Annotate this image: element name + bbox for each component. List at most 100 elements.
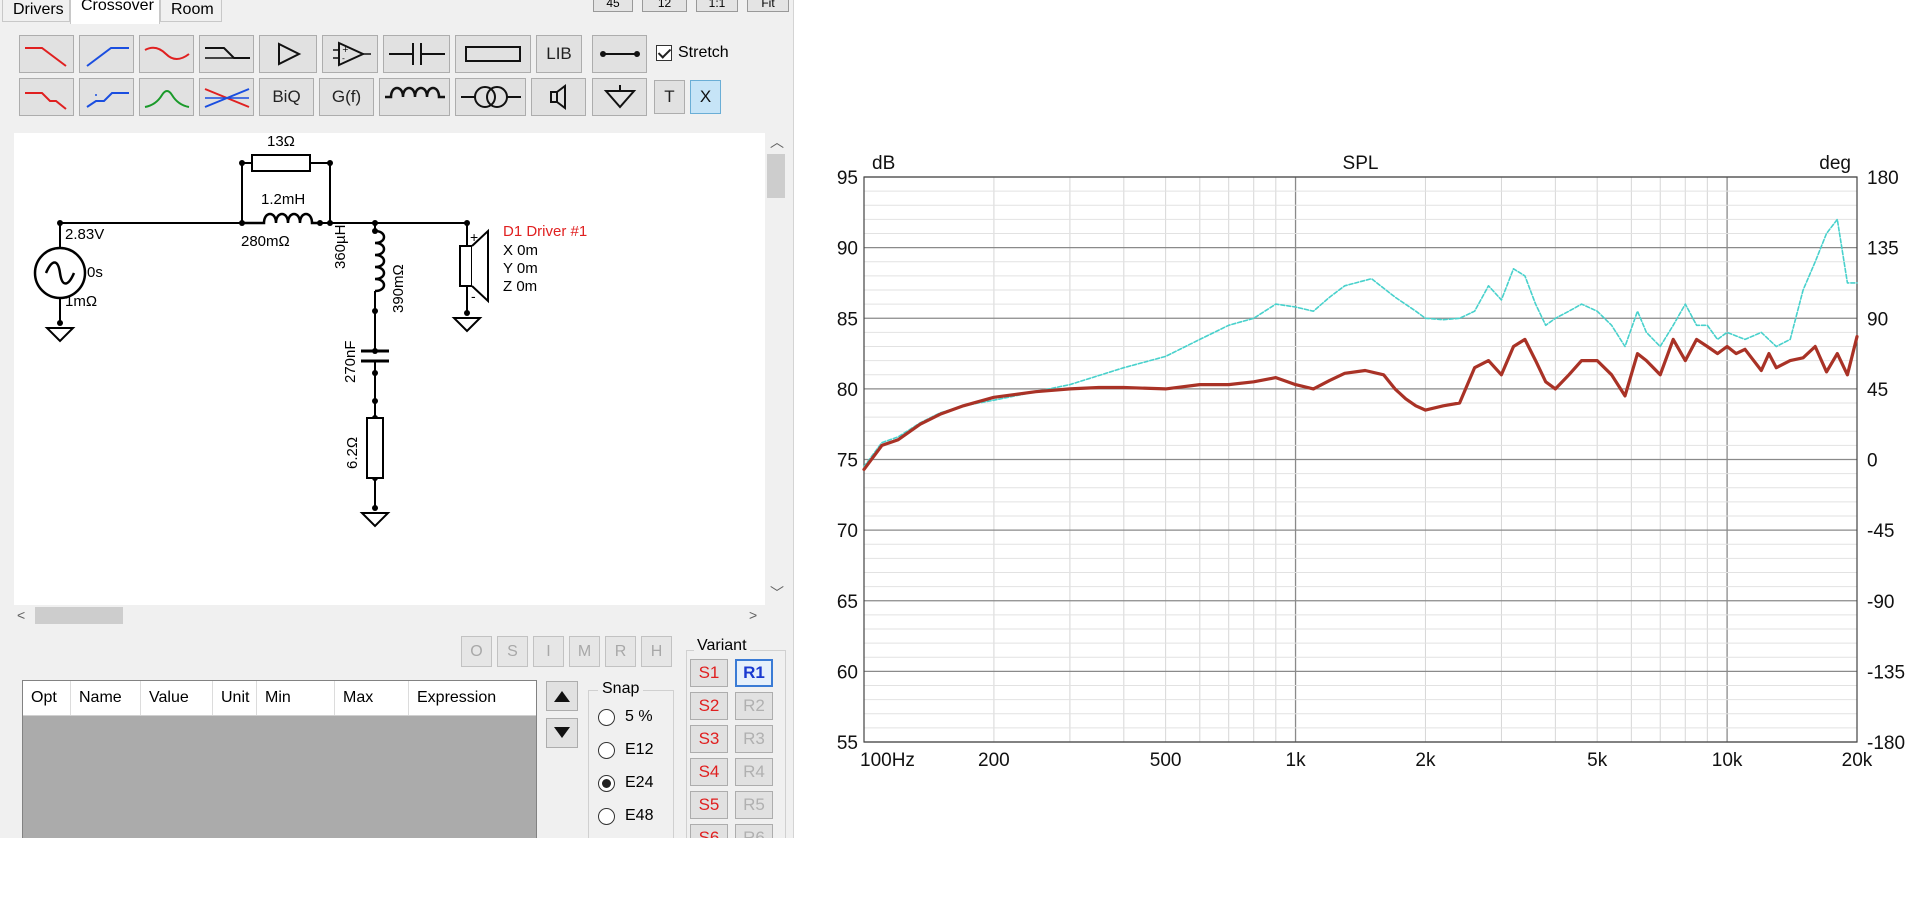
inductor-button[interactable] <box>379 78 450 116</box>
radio-selected-icon[interactable] <box>598 774 615 792</box>
bandpass-green-icon <box>144 90 189 108</box>
shunt-inductor-value: 360µH <box>332 224 349 269</box>
stretch-checkbox[interactable]: Stretch <box>656 44 729 62</box>
mode-h-button[interactable]: H <box>641 636 672 667</box>
schematic-canvas[interactable]: 13Ω 1.2mH 280mΩ 2.83V 0s 1mΩ 360µH 390mΩ… <box>14 133 765 605</box>
driver-name[interactable]: D1 Driver #1 <box>503 223 587 240</box>
variant-r4-button[interactable]: R4 <box>735 758 773 786</box>
variant-s4-button[interactable]: S4 <box>690 758 728 786</box>
snap-e12-radio[interactable]: E12 <box>598 741 653 759</box>
variant-s5-button[interactable]: S5 <box>690 791 728 819</box>
snap-e48-radio[interactable]: E48 <box>598 807 653 825</box>
capacitor-button[interactable] <box>383 35 450 73</box>
variant-s2-button[interactable]: S2 <box>690 692 728 720</box>
variant-r2-button[interactable]: R2 <box>735 692 773 720</box>
mode-i-button[interactable]: I <box>533 636 564 667</box>
radio-icon[interactable] <box>598 708 615 726</box>
zoom-fit-button[interactable]: Fit <box>747 0 789 12</box>
y-tick-label-left: 90 <box>837 239 858 260</box>
lowpass-step-button[interactable] <box>19 78 74 116</box>
mode-r-button[interactable]: R <box>605 636 636 667</box>
speaker-button[interactable] <box>531 78 586 116</box>
y-tick-label-right: -135 <box>1867 662 1905 683</box>
lib-button[interactable]: LIB <box>536 35 582 73</box>
y-tick-label-right: 90 <box>1867 309 1888 330</box>
chart-series <box>862 218 1859 471</box>
schematic-horizontal-scrollbar[interactable]: < > <box>14 605 765 626</box>
y-tick-label-left: 75 <box>837 451 858 472</box>
crossover-panel: Drivers Crossover Room 45 12 1:1 Fit + - … <box>0 0 794 838</box>
radio-icon[interactable] <box>598 807 615 825</box>
col-expression[interactable]: Expression <box>409 681 536 715</box>
biquad-button[interactable]: BiQ <box>259 78 314 116</box>
series-inductor-resistance: 280mΩ <box>241 233 290 250</box>
variant-r1-button[interactable]: R1 <box>735 659 773 687</box>
tab-drivers[interactable]: Drivers <box>2 0 70 22</box>
buffer-amp-button[interactable] <box>259 35 317 73</box>
col-max[interactable]: Max <box>335 681 409 715</box>
highpass-blue-icon <box>85 47 129 67</box>
scroll-left-icon[interactable]: < <box>17 608 25 622</box>
zoom-1to1-button[interactable]: 1:1 <box>696 0 738 12</box>
mode-o-button[interactable]: O <box>461 636 492 667</box>
y-tick-label-left: 85 <box>837 309 858 330</box>
tab-label: Room <box>171 1 214 18</box>
ground-button[interactable] <box>592 78 647 116</box>
lowpass-red-button[interactable] <box>19 35 74 73</box>
stretch-check-icon[interactable] <box>656 45 672 61</box>
col-value[interactable]: Value <box>141 681 213 715</box>
scroll-up-icon[interactable]: ︿ <box>770 135 784 149</box>
transformer-button[interactable] <box>455 78 526 116</box>
variant-s1-button[interactable]: S1 <box>690 659 728 687</box>
bandpass-red-button[interactable] <box>139 35 194 73</box>
text-button[interactable]: T <box>654 80 685 114</box>
vscroll-thumb[interactable] <box>767 154 785 198</box>
transformer-icon <box>460 86 521 108</box>
move-up-button[interactable] <box>546 681 578 711</box>
crossover-button[interactable] <box>199 78 254 116</box>
hscroll-thumb[interactable] <box>35 607 123 624</box>
mode-s-button[interactable]: S <box>497 636 528 667</box>
source-resistance: 1mΩ <box>65 293 98 310</box>
move-down-button[interactable] <box>546 718 578 748</box>
parameter-table[interactable]: Opt Name Value Unit Min Max Expression <box>22 680 537 838</box>
variant-r6-button[interactable]: R6 <box>735 824 773 838</box>
x-tick-label: 2k <box>1415 750 1436 771</box>
spl-chart[interactable]: 55 60 65 70 75 80 85 90 95 -180 -135 -90 -45 0 45 90 135… <box>808 0 1914 840</box>
mode-m-button[interactable]: M <box>569 636 600 667</box>
highpass-blue-button[interactable] <box>79 35 134 73</box>
capacitor-icon <box>388 43 445 65</box>
snap-5pct-radio[interactable]: 5 % <box>598 708 653 726</box>
resistor-button[interactable] <box>455 35 531 73</box>
triangle-down-icon <box>554 727 570 738</box>
zoom-45-button[interactable]: 45 <box>593 0 633 12</box>
tab-room[interactable]: Room <box>160 0 222 22</box>
gf-button[interactable]: G(f) <box>319 78 374 116</box>
col-opt[interactable]: Opt <box>23 681 71 715</box>
radio-icon[interactable] <box>598 741 615 759</box>
scroll-right-icon[interactable]: > <box>749 608 757 622</box>
schematic-vertical-scrollbar[interactable]: ︿ ﹀ <box>765 133 786 605</box>
resistor-icon <box>465 46 521 62</box>
col-min[interactable]: Min <box>257 681 335 715</box>
wire-button[interactable] <box>592 35 647 73</box>
tab-crossover[interactable]: Crossover <box>70 0 160 24</box>
x-button[interactable]: X <box>690 80 721 114</box>
zoom-12-button[interactable]: 12 <box>642 0 687 12</box>
col-unit[interactable]: Unit <box>213 681 257 715</box>
variant-s6-button[interactable]: S6 <box>690 824 728 838</box>
table-header: Opt Name Value Unit Min Max Expression <box>23 681 536 716</box>
chart-title: SPL <box>1343 153 1379 174</box>
variant-r5-button[interactable]: R5 <box>735 791 773 819</box>
bandpass-green-button[interactable] <box>139 78 194 116</box>
scroll-down-icon[interactable]: ﹀ <box>770 586 784 600</box>
opamp-button[interactable]: + - <box>322 35 378 73</box>
y-axis-label-right: deg <box>1819 153 1851 174</box>
highpass-step-button[interactable] <box>79 78 134 116</box>
shelf-button[interactable] <box>199 35 254 73</box>
series-resistor-icon <box>251 154 311 172</box>
variant-r3-button[interactable]: R3 <box>735 725 773 753</box>
snap-e24-radio[interactable]: E24 <box>598 774 653 792</box>
variant-s3-button[interactable]: S3 <box>690 725 728 753</box>
col-name[interactable]: Name <box>71 681 141 715</box>
